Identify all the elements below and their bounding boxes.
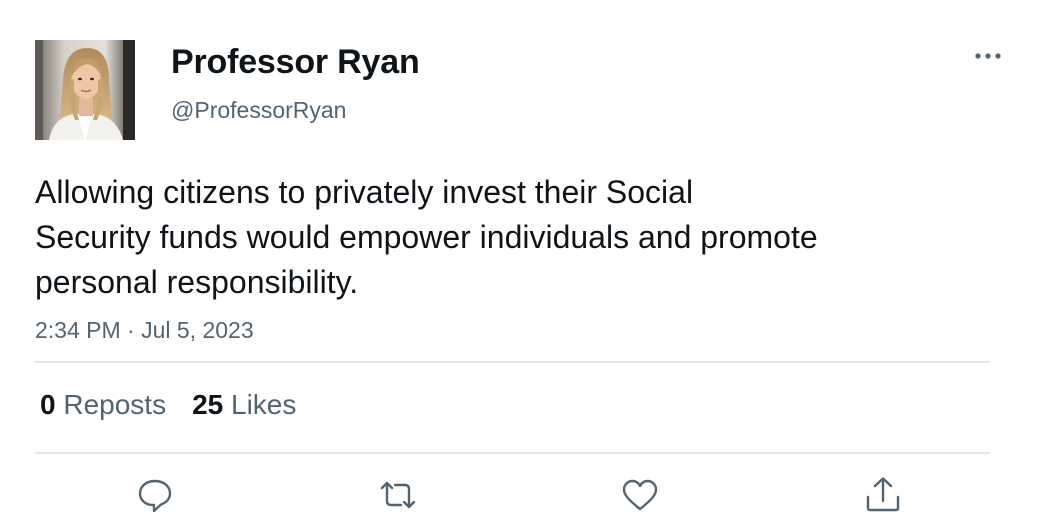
engagement-stats: 0 Reposts 25 Likes — [40, 388, 296, 422]
author-display-name[interactable]: Professor Ryan — [171, 42, 420, 82]
reposts-count: 0 — [40, 389, 56, 420]
tweet-card: Professor Ryan @ProfessorRyan Allowing c… — [0, 0, 1050, 525]
likes-count: 25 — [192, 389, 224, 420]
reposts-label: Reposts — [63, 389, 167, 420]
more-options-button[interactable] — [970, 44, 1006, 68]
share-button[interactable] — [861, 473, 905, 517]
profile-photo-icon — [35, 40, 135, 140]
like-button[interactable] — [618, 473, 662, 517]
repost-arrows-icon — [380, 481, 416, 509]
heart-icon — [622, 479, 658, 511]
tweet-text-line: personal responsibility. — [35, 264, 359, 300]
reply-button[interactable] — [133, 473, 177, 517]
reposts-stat[interactable]: 0 Reposts — [40, 388, 166, 422]
divider — [35, 452, 990, 454]
tweet-text-line: Allowing citizens to privately invest th… — [35, 174, 694, 210]
avatar[interactable] — [35, 40, 135, 140]
more-dots-icon — [975, 53, 1001, 59]
tweet-text-line: Security funds would empower individuals… — [35, 219, 818, 255]
tweet-timestamp[interactable]: 2:34 PM · Jul 5, 2023 — [35, 316, 254, 344]
repost-button[interactable] — [376, 473, 420, 517]
share-upload-icon — [866, 477, 900, 512]
likes-label: Likes — [231, 389, 297, 420]
likes-stat[interactable]: 25 Likes — [192, 388, 296, 422]
divider — [35, 361, 990, 363]
speech-bubble-icon — [138, 479, 172, 513]
tweet-text: Allowing citizens to privately invest th… — [35, 170, 935, 305]
author-handle[interactable]: @ProfessorRyan — [171, 96, 346, 124]
